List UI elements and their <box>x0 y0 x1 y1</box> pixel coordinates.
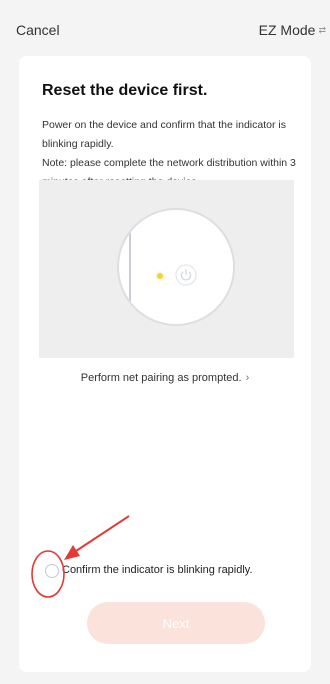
power-icon <box>175 264 197 286</box>
instruction-line-power: Power on the device and confirm that the… <box>42 119 286 150</box>
indicator-light-icon <box>157 273 163 279</box>
device-illustration <box>39 180 294 358</box>
swap-icon: ⇄ <box>318 25 326 35</box>
top-bar: Cancel EZ Mode ⇄ <box>0 0 330 56</box>
mode-label: EZ Mode <box>258 22 316 38</box>
instruction-card: Reset the device first. Power on the dev… <box>19 56 311 672</box>
net-pairing-label: Perform net pairing as prompted. <box>80 372 242 384</box>
next-button[interactable]: Next <box>87 602 265 644</box>
device-closeup <box>117 208 235 326</box>
cancel-button[interactable]: Cancel <box>16 22 60 38</box>
mode-switch-button[interactable]: EZ Mode ⇄ <box>259 22 326 38</box>
confirm-label: Confirm the indicator is blinking rapidl… <box>62 564 253 576</box>
chevron-right-icon: › <box>245 372 250 384</box>
confirm-indicator-option[interactable]: Confirm the indicator is blinking rapidl… <box>45 562 315 582</box>
page-title: Reset the device first. <box>42 82 208 99</box>
confirm-radio[interactable] <box>45 564 59 578</box>
net-pairing-link[interactable]: Perform net pairing as prompted. › <box>19 372 311 384</box>
ez-mode-screen: Cancel EZ Mode ⇄ Reset the device first. … <box>0 0 330 684</box>
